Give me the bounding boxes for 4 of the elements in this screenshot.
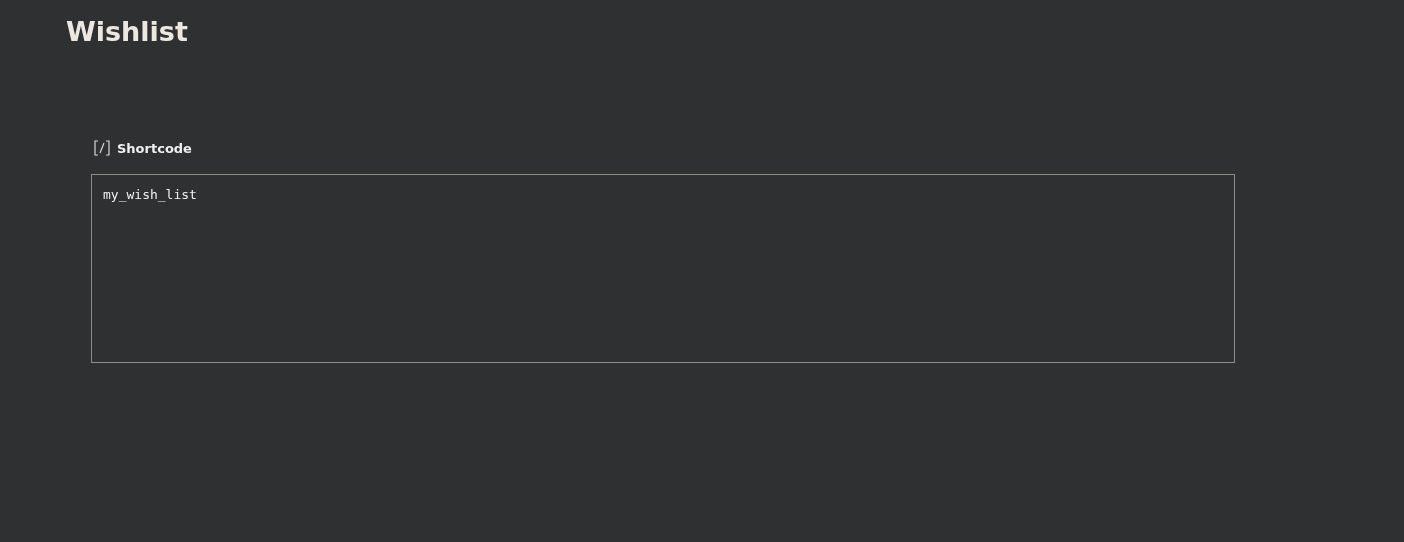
page-title: Wishlist	[66, 15, 189, 49]
shortcode-field[interactable]: my_wish_list	[91, 174, 1235, 363]
block-label: Shortcode	[117, 140, 192, 156]
shortcode-icon	[93, 140, 111, 156]
